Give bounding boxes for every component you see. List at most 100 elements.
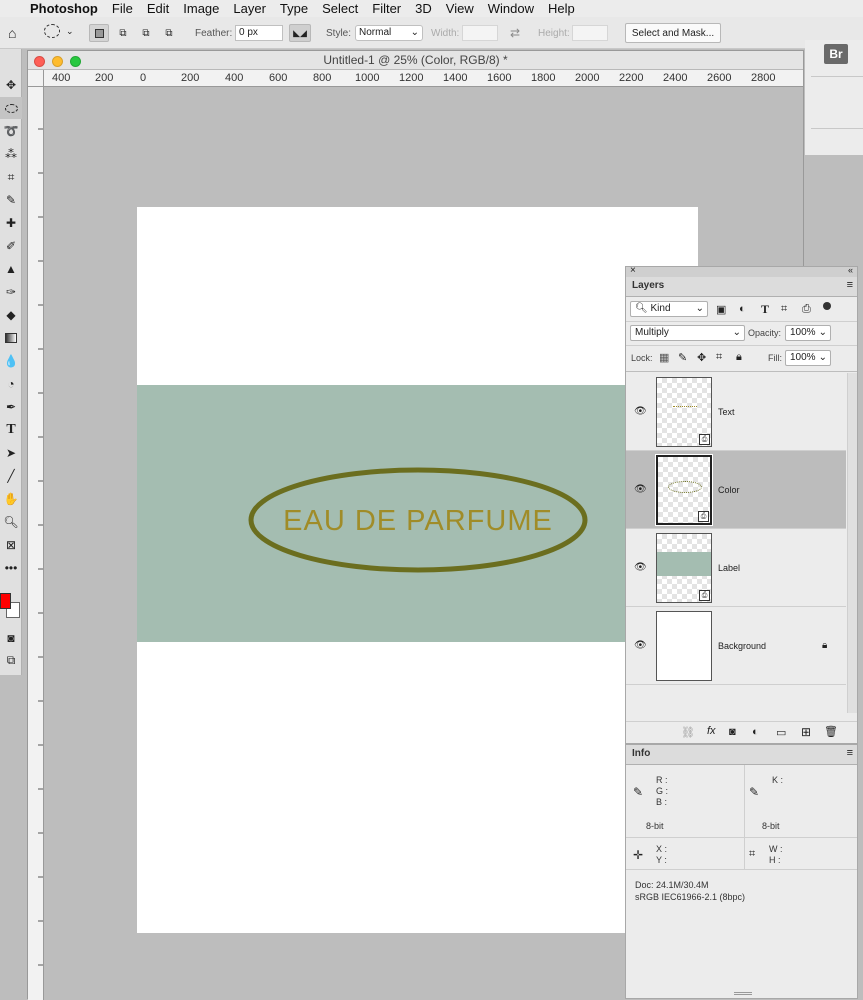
menu-type[interactable]: Type [280,1,308,16]
link-layers-icon[interactable]: ⛓ [681,726,695,739]
brush-tool-icon[interactable]: ✐ [0,235,22,257]
menu-3d[interactable]: 3D [415,1,432,16]
style-select[interactable]: Normal ⌄ [355,25,423,41]
lock-transparent-icon[interactable]: ▦ [659,351,669,364]
filter-kind-select[interactable]: 🔍︎ Kind ⌄ [630,301,708,317]
menu-app-name[interactable]: Photoshop [30,1,98,16]
menu-layer[interactable]: Layer [233,1,266,16]
frame-tool-icon[interactable]: ⊠ [0,534,22,556]
layer-list-scrollbar[interactable] [847,373,857,713]
healing-brush-tool-icon[interactable]: ✚ [0,212,22,234]
menu-view[interactable]: View [446,1,474,16]
lock-all-icon[interactable]: 🔒︎ [736,351,742,364]
document-canvas[interactable]: EAU DE PARFUME [137,207,698,933]
eyedropper-cmyk-icon[interactable]: ✎ [749,785,759,799]
close-window-button[interactable] [34,56,45,67]
elliptical-marquee-preset-icon[interactable] [44,24,60,38]
panel-menu-icon[interactable]: ≡ [847,747,853,759]
quick-mask-icon[interactable]: ◙ [0,627,22,649]
lock-image-icon[interactable]: ✎ [678,351,687,364]
collapse-panel-icon[interactable]: « [848,265,853,275]
eye-icon[interactable]: 👁︎ [634,484,647,495]
blend-mode-select[interactable]: Multiply ⌄ [630,325,745,341]
menu-select[interactable]: Select [322,1,358,16]
shape-filter-icon[interactable]: ⌗ [781,303,787,316]
eye-icon[interactable]: 👁︎ [634,562,647,573]
layer-name[interactable]: Background [718,641,766,651]
pixel-filter-icon[interactable]: ▣ [716,303,726,316]
eye-icon[interactable]: 👁︎ [634,406,647,417]
layer-name[interactable]: Text [718,407,735,417]
vertical-ruler[interactable] [28,87,44,1000]
move-tool-icon[interactable]: ✥ [0,74,22,96]
path-selection-tool-icon[interactable]: ➤ [0,442,22,464]
layer-mask-icon[interactable]: ◙ [729,726,736,738]
fill-input[interactable]: 100% ⌄ [785,350,831,366]
type-filter-icon[interactable]: T [761,302,769,317]
filter-toggle-icon[interactable] [823,302,831,310]
lock-artboard-icon[interactable]: ⌗ [716,351,722,364]
smart-object-filter-icon[interactable]: ⎙ [802,303,811,316]
eyedropper-rgb-icon[interactable]: ✎ [633,785,643,799]
menu-file[interactable]: File [112,1,133,16]
layer-name[interactable]: Label [718,563,740,573]
close-panel-icon[interactable]: × [630,265,636,276]
select-and-mask-button[interactable]: Select and Mask... [625,23,721,43]
menu-filter[interactable]: Filter [372,1,401,16]
height-input[interactable] [572,25,608,41]
history-brush-tool-icon[interactable]: ✑ [0,281,22,303]
swap-icon[interactable]: ⇄ [510,26,520,40]
home-icon[interactable]: ⌂ [8,25,16,41]
layer-row-background[interactable]: 👁︎ Background 🔒︎ [626,607,846,685]
width-input[interactable] [462,25,498,41]
elliptical-marquee-tool-icon[interactable] [0,97,22,119]
layer-row-color[interactable]: 👁︎ ⎙ Color [626,451,846,529]
fx-icon[interactable]: fx [707,725,716,737]
horizontal-ruler[interactable]: 400 200 0 200 400 600 800 1000 1200 1400… [44,70,803,87]
blur-tool-icon[interactable]: 💧 [0,350,22,372]
eyedropper-tool-icon[interactable]: ✎ [0,189,22,211]
panel-menu-icon[interactable]: ≡ [847,279,853,291]
panel-drag-bar[interactable]: × « [626,265,857,277]
tab-layers[interactable]: Layers [632,280,664,291]
menu-window[interactable]: Window [488,1,534,16]
zoom-window-button[interactable] [70,56,81,67]
add-selection-button[interactable]: ⧉ [113,24,133,42]
minimize-window-button[interactable] [52,56,63,67]
menu-image[interactable]: Image [183,1,219,16]
intersect-selection-button[interactable]: ⧉ [159,24,179,42]
lock-position-icon[interactable]: ✥ [697,351,706,364]
menu-edit[interactable]: Edit [147,1,169,16]
lasso-tool-icon[interactable]: ➰ [0,120,22,142]
hand-tool-icon[interactable]: ✋ [0,488,22,510]
adjustment-filter-icon[interactable]: ◐ [739,303,746,315]
resize-grip[interactable] [734,992,752,995]
clone-stamp-tool-icon[interactable]: ▲ [0,258,22,280]
type-tool-icon[interactable]: T [0,419,22,441]
anti-alias-button[interactable]: ◣◢ [289,24,311,42]
tab-info[interactable]: Info [632,748,650,759]
line-tool-icon[interactable]: ╱ [0,465,22,487]
more-tools-icon[interactable]: ••• [0,557,22,579]
bridge-button[interactable]: Br [824,44,848,64]
eye-icon[interactable]: 👁︎ [634,640,647,651]
feather-input[interactable]: 0 px [235,25,283,41]
subtract-selection-button[interactable]: ⧉ [136,24,156,42]
folder-icon[interactable]: ▭ [776,726,786,739]
dodge-tool-icon[interactable]: ◔ [0,373,22,395]
menu-help[interactable]: Help [548,1,575,16]
gradient-tool-icon[interactable] [0,327,22,349]
pen-tool-icon[interactable]: ✒ [0,396,22,418]
chevron-down-icon[interactable]: ⌄ [66,26,74,37]
crop-tool-icon[interactable]: ⌗ [0,166,22,188]
magic-wand-tool-icon[interactable]: ⁂ [0,143,22,165]
trash-icon[interactable]: 🗑︎ [824,725,838,738]
layer-row-text[interactable]: 👁︎ ⎙ Text [626,373,846,451]
new-selection-button[interactable] [89,24,109,42]
eraser-tool-icon[interactable]: ◆ [0,304,22,326]
layer-row-label[interactable]: 👁︎ ⎙ Label [626,529,846,607]
layer-name[interactable]: Color [718,485,740,495]
adjustment-layer-icon[interactable]: ◐ [752,726,759,738]
screen-mode-icon[interactable]: ⧉ [0,649,22,671]
ruler-origin[interactable] [28,70,44,87]
